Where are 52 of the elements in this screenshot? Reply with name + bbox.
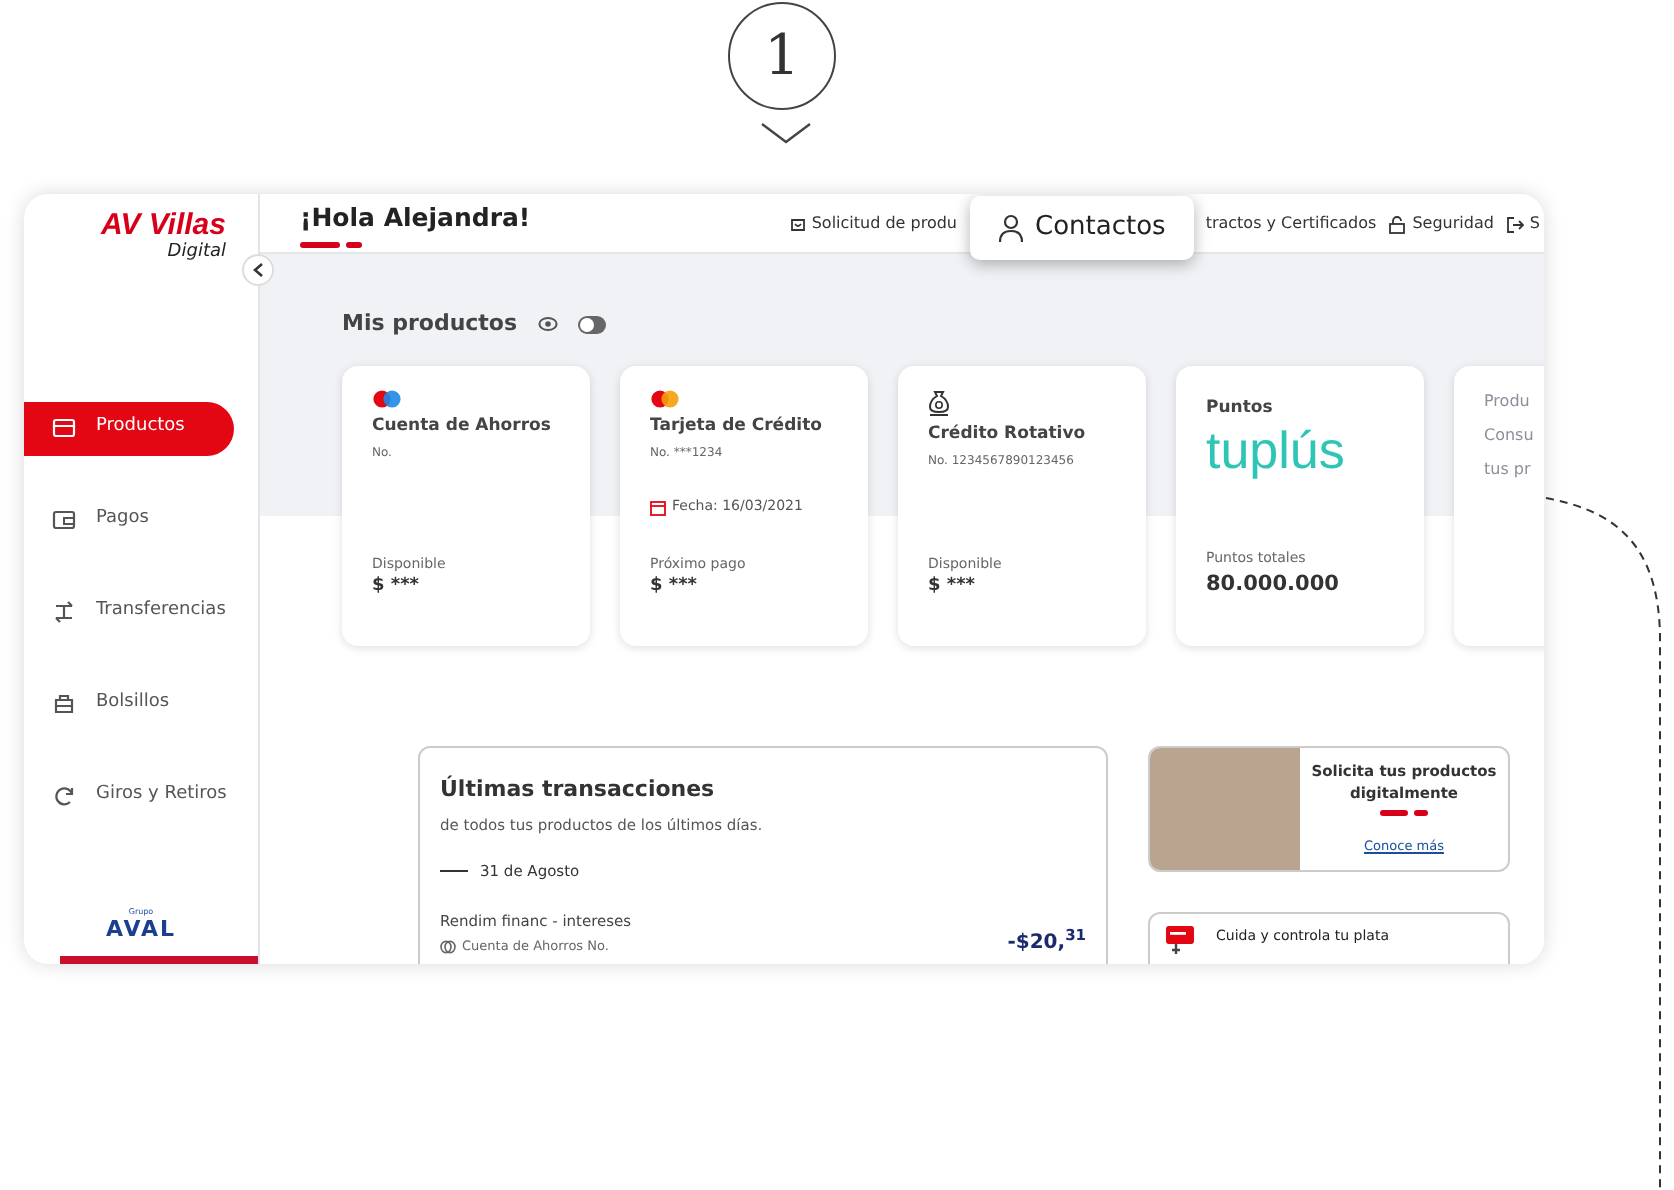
nav-link[interactable]: S bbox=[1505, 212, 1540, 236]
exchange-icon bbox=[52, 784, 76, 808]
card-text: Consu bbox=[1484, 423, 1536, 447]
points-logo: tuplús bbox=[1206, 424, 1347, 477]
nav-link[interactable]: Seguridad bbox=[1388, 212, 1494, 236]
product-title: Crédito Rotativo bbox=[928, 421, 1088, 447]
card-brand-icon bbox=[372, 389, 402, 407]
calendar-icon bbox=[650, 499, 666, 515]
amount-value: $ *** bbox=[372, 574, 422, 600]
logo-wordmark: AV Villas bbox=[98, 210, 226, 240]
card-brand-icon bbox=[650, 389, 680, 407]
nav-link[interactable]: Contactos bbox=[969, 196, 1194, 260]
sidebar-item[interactable]: Productos bbox=[24, 401, 234, 455]
visibility-toggle[interactable] bbox=[577, 315, 606, 334]
chevron-left-icon bbox=[252, 262, 264, 278]
money-bag-icon bbox=[928, 389, 950, 415]
chevron-down-icon bbox=[760, 122, 812, 144]
product-title: Cuenta de Ahorros bbox=[372, 413, 553, 439]
sidebar-item[interactable]: Pagos bbox=[24, 493, 234, 547]
amount-value: 80.000.000 bbox=[1206, 569, 1341, 600]
nav-link[interactable]: tractos y Certificados bbox=[1205, 212, 1377, 236]
accent-underline bbox=[300, 241, 362, 247]
user-icon bbox=[997, 213, 1023, 243]
step-number: 1 bbox=[728, 2, 836, 110]
amount-value: $ *** bbox=[928, 574, 978, 600]
collapse-sidebar-button[interactable] bbox=[242, 254, 274, 286]
accent-underline bbox=[1380, 810, 1428, 816]
eye-icon[interactable] bbox=[537, 316, 558, 333]
sidebar-item[interactable]: Bolsillos bbox=[24, 677, 234, 731]
card-title: Últimas transacciones bbox=[440, 773, 717, 805]
transaction-amount: -$20,$^{31}$ bbox=[1007, 927, 1086, 957]
card-text: tus pr bbox=[1484, 457, 1533, 481]
lock-icon bbox=[1388, 215, 1407, 233]
product-title: Tarjeta de Crédito bbox=[650, 413, 824, 439]
logo-subtitle: Digital bbox=[165, 240, 226, 266]
greeting: ¡Hola Alejandra! bbox=[300, 206, 531, 231]
sidebar-item[interactable]: Transferencias bbox=[24, 585, 234, 639]
coins-icon bbox=[440, 940, 456, 955]
card-text: Produ bbox=[1484, 389, 1532, 413]
wallet-icon bbox=[52, 508, 76, 532]
amount-value: $ *** bbox=[650, 574, 700, 600]
logout-icon bbox=[1505, 215, 1524, 233]
card-icon bbox=[52, 416, 76, 440]
product-title: Puntos bbox=[1206, 395, 1275, 421]
transfer-icon bbox=[52, 600, 76, 624]
bag-icon bbox=[52, 692, 76, 716]
sidebar-item[interactable]: Giros y Retiros bbox=[24, 769, 234, 823]
card-hand-icon bbox=[1164, 923, 1196, 955]
group-logo: AVAL bbox=[105, 918, 177, 940]
bag-icon bbox=[789, 216, 806, 232]
nav-link[interactable]: Solicitud de produ bbox=[789, 212, 957, 236]
section-title: Mis productos bbox=[342, 308, 518, 340]
